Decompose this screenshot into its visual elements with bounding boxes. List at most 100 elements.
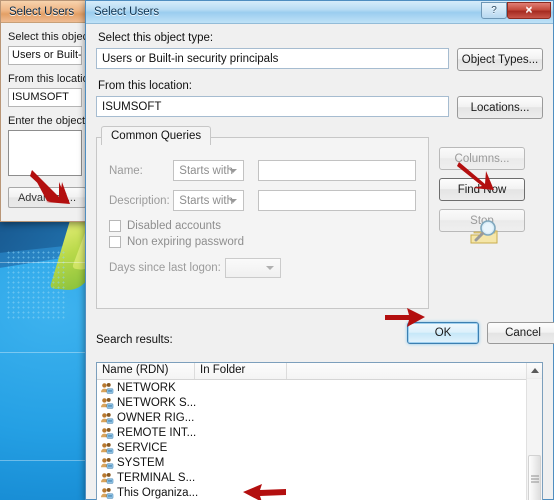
table-row[interactable]: OWNER RIG...: [97, 410, 542, 425]
listview-header: Name (RDN) In Folder: [97, 363, 542, 380]
screen: Select Users Select this object Users or…: [0, 0, 554, 500]
dialog-title: Select Users: [94, 6, 160, 18]
group-icon: [101, 382, 114, 394]
cell-name-text: SERVICE: [117, 441, 168, 454]
days-since-logon-combo[interactable]: [225, 258, 281, 278]
background-window-titlebar: Select Users: [1, 1, 89, 23]
locations-button[interactable]: Locations...: [457, 96, 543, 119]
common-queries-groupbox: Common Queries Name: Starts with Descrip…: [96, 126, 429, 309]
object-types-button[interactable]: Object Types...: [457, 48, 543, 71]
non-expiring-password-checkbox[interactable]: [109, 236, 121, 248]
background-location-label: From this locatio: [8, 73, 89, 85]
listview-rows: NETWORK NETWORK S... OWNER RIG... REMOTE…: [97, 380, 542, 500]
cell-name-text: TERMINAL S...: [117, 471, 196, 484]
ok-button[interactable]: OK: [407, 322, 479, 344]
dialog-body: Select this object type: Users or Built-…: [86, 24, 554, 500]
search-results-listview[interactable]: Name (RDN) In Folder NETWORK NETWORK S..…: [96, 362, 543, 500]
description-operator-combo[interactable]: Starts with: [173, 190, 244, 211]
query-section: Common Queries Name: Starts with Descrip…: [96, 123, 543, 309]
group-icon: [101, 412, 114, 424]
description-input[interactable]: [257, 190, 416, 211]
table-row[interactable]: SYSTEM: [97, 455, 542, 470]
cell-name-text: OWNER RIG...: [117, 411, 195, 424]
wallpaper-line-1: [0, 262, 86, 263]
location-label: From this location:: [98, 80, 192, 92]
find-now-button[interactable]: Find Now: [439, 178, 525, 201]
column-header-name[interactable]: Name (RDN): [97, 363, 195, 379]
cell-name-text: NETWORK: [117, 381, 176, 394]
table-row[interactable]: REMOTE INT...: [97, 425, 542, 440]
background-select-users-window[interactable]: Select Users Select this object Users or…: [0, 0, 92, 222]
name-operator-combo[interactable]: Starts with: [173, 160, 244, 181]
results-actions-row: Search results: OK Cancel: [96, 322, 554, 348]
background-window-body: Select this object Users or Built-in Fro…: [1, 23, 92, 176]
days-since-logon-row: Days since last logon:: [109, 258, 416, 278]
cancel-button[interactable]: Cancel: [487, 322, 554, 344]
name-label: Name:: [109, 164, 143, 177]
table-row[interactable]: NETWORK: [97, 380, 542, 395]
group-icon: [101, 397, 114, 409]
wallpaper-dots: [6, 250, 66, 320]
column-header-folder[interactable]: In Folder: [195, 363, 287, 379]
group-icon: [101, 457, 114, 469]
group-icon: [101, 442, 114, 454]
background-object-type-label: Select this object: [8, 31, 92, 43]
chevron-down-icon: [228, 168, 237, 173]
disabled-accounts-label: Disabled accounts: [127, 220, 221, 232]
location-field[interactable]: ISUMSOFT: [96, 96, 449, 117]
side-button-column: Columns... Find Now Stop: [439, 123, 531, 309]
name-input[interactable]: [257, 160, 416, 181]
table-row[interactable]: This Organiza...: [97, 485, 542, 500]
wallpaper-line-3: [0, 460, 86, 461]
columns-button[interactable]: Columns...: [439, 147, 525, 170]
cell-name: SERVICE: [100, 442, 210, 454]
chevron-down-icon: [266, 266, 274, 270]
non-expiring-password-row[interactable]: Non expiring password: [109, 236, 416, 248]
column-header-extra[interactable]: [287, 363, 542, 379]
wallpaper-line-2: [0, 352, 86, 353]
name-operator-value: Starts with: [179, 164, 233, 177]
tab-common-queries[interactable]: Common Queries: [101, 126, 212, 145]
window-controls: ? ✕: [481, 1, 551, 19]
description-label: Description:: [109, 194, 170, 207]
days-since-logon-label: Days since last logon:: [109, 262, 221, 274]
table-row[interactable]: SERVICE: [97, 440, 542, 455]
background-object-type-field[interactable]: Users or Built-in: [8, 46, 82, 65]
dialog-titlebar[interactable]: Select Users ? ✕: [86, 1, 553, 24]
scrollbar-thumb[interactable]: [528, 455, 541, 500]
table-row[interactable]: TERMINAL S...: [97, 470, 542, 485]
object-type-field[interactable]: Users or Built-in security principals: [96, 48, 449, 69]
cell-name: NETWORK: [100, 382, 210, 394]
close-icon[interactable]: ✕: [507, 2, 551, 19]
name-query-row: Name: Starts with: [109, 160, 416, 181]
background-location-field[interactable]: ISUMSOFT: [8, 88, 82, 107]
search-folder-icon: [470, 220, 498, 244]
cell-name: NETWORK S...: [100, 397, 210, 409]
listview-scrollbar[interactable]: [526, 363, 542, 500]
advanced-button[interactable]: Advanced...: [8, 187, 86, 208]
location-row: ISUMSOFT Locations...: [96, 96, 543, 119]
background-object-names-box[interactable]: [8, 130, 82, 176]
query-tabstrip: Common Queries: [101, 126, 212, 145]
table-row[interactable]: NETWORK S...: [97, 395, 542, 410]
scroll-up-button[interactable]: [527, 363, 542, 379]
cell-name-text: REMOTE INT...: [117, 426, 197, 439]
cell-name: OWNER RIG...: [100, 412, 210, 424]
group-icon: [101, 472, 114, 484]
cell-name: TERMINAL S...: [100, 472, 210, 484]
cell-name: This Organiza...: [100, 487, 210, 499]
select-users-dialog[interactable]: Select Users ? ✕ Select this object type…: [85, 0, 554, 500]
description-query-row: Description: Starts with: [109, 190, 416, 211]
cell-name-text: SYSTEM: [117, 456, 165, 469]
disabled-accounts-checkbox[interactable]: [109, 220, 121, 232]
scrollbar-grip-icon: [530, 475, 539, 483]
cell-name: SYSTEM: [100, 457, 210, 469]
non-expiring-password-label: Non expiring password: [127, 236, 244, 248]
cell-name-text: This Organiza...: [117, 486, 199, 499]
chevron-up-icon: [530, 368, 539, 373]
disabled-accounts-row[interactable]: Disabled accounts: [109, 220, 416, 232]
chevron-down-icon: [228, 198, 237, 203]
background-window-title: Select Users: [9, 5, 75, 18]
help-icon[interactable]: ?: [481, 2, 507, 19]
object-type-row: Users or Built-in security principals Ob…: [96, 48, 543, 71]
